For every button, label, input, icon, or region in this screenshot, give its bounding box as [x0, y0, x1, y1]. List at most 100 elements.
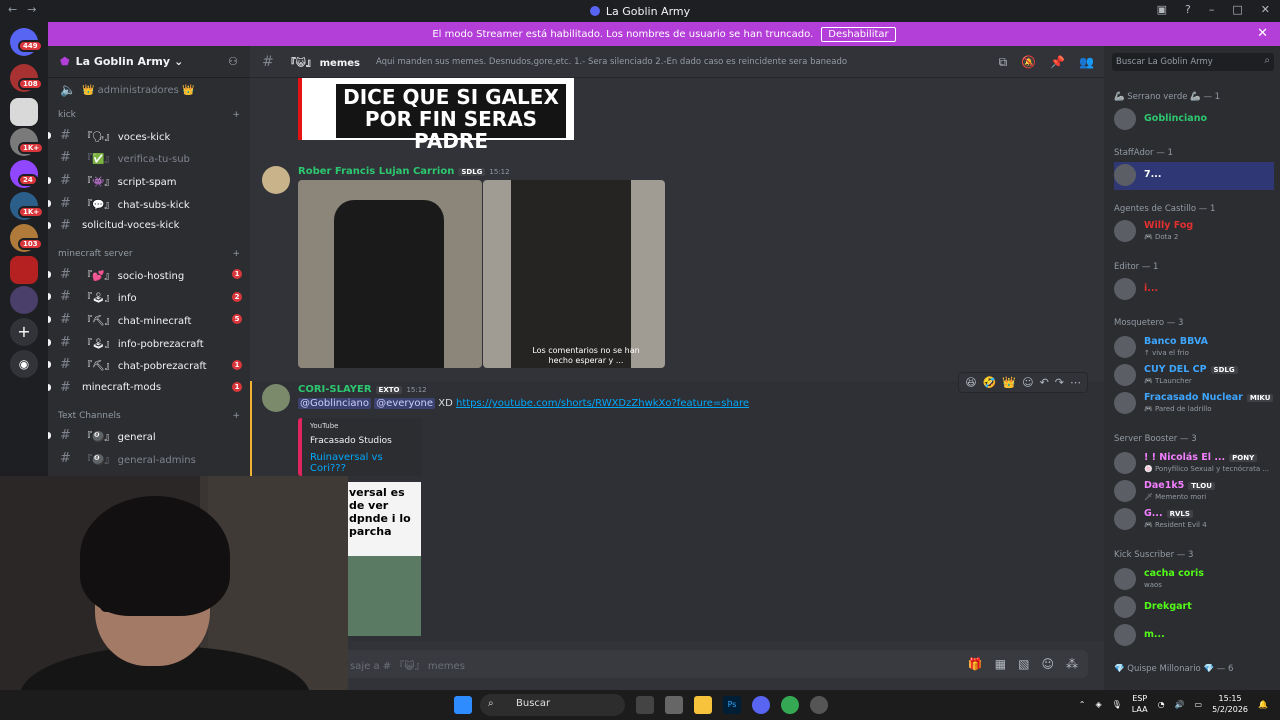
message-author[interactable]: CORI-SLAYER EXTO 15:12: [298, 384, 427, 395]
plus-icon[interactable]: +: [232, 249, 240, 259]
category-header[interactable]: Text Channels +: [48, 407, 250, 425]
embed-title[interactable]: Ruinaversal vs Cori???: [310, 452, 414, 474]
category-header[interactable]: minecraft server +: [48, 245, 250, 263]
close-button[interactable]: ✕: [1261, 3, 1270, 16]
bell-muted-icon[interactable]: 🔕: [1021, 55, 1036, 70]
mic-icon[interactable]: 🎙: [1112, 700, 1122, 709]
disable-streamer-button[interactable]: Deshabilitar: [821, 26, 896, 42]
member-item[interactable]: i...: [1114, 276, 1274, 304]
member-item[interactable]: 7...: [1114, 162, 1274, 190]
member-item[interactable]: Fracasado Nuclear MIKU 🎮 Pared de ladrillo: [1114, 390, 1274, 418]
help-icon[interactable]: ?: [1185, 3, 1191, 16]
notifications-icon[interactable]: 🔔: [1258, 700, 1268, 709]
channel-item[interactable]: # 『🎱』 general-admins: [48, 447, 250, 470]
channel-item[interactable]: # 『🎱』 general: [48, 425, 250, 448]
app-icon[interactable]: [810, 696, 828, 714]
channel-item[interactable]: # 『⛏』 chat-pobrezacraft 1: [48, 353, 250, 376]
member-item[interactable]: G... RVLS 🎮 Resident Evil 4: [1114, 506, 1274, 534]
photoshop-icon[interactable]: Ps: [723, 696, 741, 714]
apps-icon[interactable]: ⁂: [1066, 657, 1078, 671]
channel-item[interactable]: # 『💕』 socio-hosting 1: [48, 263, 250, 286]
youtube-link[interactable]: https://youtube.com/shorts/RWXDzZhwkXo?f…: [456, 398, 749, 409]
channel-item[interactable]: # 『⛏』 chat-minecraft 5: [48, 308, 250, 331]
app-icon[interactable]: [665, 696, 683, 714]
member-item[interactable]: cacha coris waos: [1114, 566, 1274, 594]
reaction-emoji-icon[interactable]: 🤣: [983, 376, 997, 389]
clock[interactable]: 15:15 5/2/2026: [1212, 693, 1248, 715]
member-item[interactable]: Banco BBVA ↑ viva el frio: [1114, 334, 1274, 362]
meme-image[interactable]: DICE QUE SI GALEX POR FIN SERAS PADRE: [298, 78, 574, 152]
pin-icon[interactable]: 📌: [1050, 55, 1065, 70]
taskbar-search[interactable]: ⌕ Buscar: [480, 694, 625, 716]
minimize-button[interactable]: –: [1209, 3, 1215, 16]
channel-item[interactable]: # minecraft-mods 1: [48, 376, 250, 399]
channel-item[interactable]: # 『💬』 chat-subs-kick: [48, 192, 250, 215]
emoji-icon[interactable]: ☺: [1041, 657, 1054, 671]
server-icon[interactable]: [10, 98, 38, 126]
threads-icon[interactable]: ⧉: [999, 55, 1008, 70]
add-server-icon[interactable]: +: [10, 318, 38, 346]
channel-topic[interactable]: Aqui manden sus memes. Desnudos,gore,etc…: [376, 57, 847, 67]
member-list-icon[interactable]: 👥: [1079, 55, 1094, 70]
server-header[interactable]: ⬟ La Goblin Army ⌄ ⚇: [48, 46, 250, 78]
attachment-image[interactable]: Los comentarios no se han hecho esperar …: [483, 180, 665, 368]
member-item[interactable]: CUY DEL CP SDLG 🎮 TLauncher: [1114, 362, 1274, 390]
video-thumbnail[interactable]: versal es de ver dpnde i lo parcha: [347, 482, 421, 636]
channel-item[interactable]: # 『🕹』 info 2: [48, 286, 250, 309]
category-header[interactable]: kick +: [48, 106, 250, 124]
message-author[interactable]: Rober Francis Lujan Carrion SDLG 15:12: [298, 166, 510, 177]
reaction-emoji-icon[interactable]: 👑: [1002, 376, 1016, 389]
back-arrow-icon[interactable]: ←: [8, 3, 17, 16]
forward-arrow-icon[interactable]: →: [27, 3, 36, 16]
add-friend-icon[interactable]: ⚇: [228, 55, 238, 68]
member-item[interactable]: Goblinciano: [1114, 106, 1274, 134]
member-item[interactable]: m...: [1114, 622, 1274, 650]
avatar[interactable]: [262, 384, 290, 412]
forward-icon[interactable]: ↷: [1055, 376, 1064, 389]
everyone-mention[interactable]: @everyone: [374, 398, 436, 409]
member-item[interactable]: ! ! Nicolás El ... PONY 🍥 Ponyfilico Sexua…: [1114, 450, 1274, 478]
sticker-icon[interactable]: ▧: [1018, 657, 1029, 671]
server-icon[interactable]: [10, 286, 38, 314]
add-reaction-icon[interactable]: ☺: [1022, 376, 1033, 389]
channel-item[interactable]: # 『🕹』 info-pobrezacraft: [48, 331, 250, 354]
author-name[interactable]: Rober Francis Lujan Carrion: [298, 166, 454, 177]
task-view-icon[interactable]: [636, 696, 654, 714]
reaction-emoji-icon[interactable]: 😆: [965, 376, 976, 389]
windows-start-icon[interactable]: [454, 696, 472, 714]
plus-icon[interactable]: +: [232, 110, 240, 120]
search-input[interactable]: Buscar La Goblin Army ⌕: [1112, 53, 1274, 71]
user-mention[interactable]: @Goblinciano: [298, 398, 371, 409]
channel-item[interactable]: # solicitud-voces-kick: [48, 214, 250, 237]
inbox-icon[interactable]: ▣: [1157, 3, 1167, 16]
chevron-up-icon[interactable]: ⌃: [1079, 700, 1086, 709]
channel-item[interactable]: # 『✅』 verifica-tu-sub: [48, 147, 250, 170]
gif-icon[interactable]: ▦: [995, 657, 1006, 671]
volume-icon[interactable]: 🔊: [1175, 700, 1185, 709]
close-icon[interactable]: ✕: [1257, 26, 1268, 41]
avatar[interactable]: [262, 166, 290, 194]
attachment-image[interactable]: [298, 180, 482, 368]
battery-icon[interactable]: ▭: [1195, 700, 1203, 709]
chrome-icon[interactable]: [781, 696, 799, 714]
discord-icon[interactable]: [752, 696, 770, 714]
explore-compass-icon[interactable]: ◉: [10, 350, 38, 378]
network-icon[interactable]: ◈: [1095, 700, 1101, 709]
message-composer[interactable]: saje a # 『😺』 memes 🎁 ▦ ▧ ☺ ⁂: [266, 650, 1088, 678]
wifi-icon[interactable]: ◔: [1158, 700, 1165, 709]
member-item[interactable]: Willy Fog 🎮 Dota 2: [1114, 218, 1274, 246]
channel-administradores[interactable]: 🔈 👑 administradores 👑: [48, 78, 250, 102]
author-name[interactable]: CORI-SLAYER: [298, 384, 372, 395]
channel-item[interactable]: # 『👾』 script-spam: [48, 169, 250, 192]
member-item[interactable]: Drekgart: [1114, 594, 1274, 622]
language-indicator[interactable]: ESP LAA: [1132, 693, 1148, 715]
maximize-button[interactable]: □: [1232, 3, 1242, 16]
member-item[interactable]: Dae1k5 TLOU 🗡 Memento mori: [1114, 478, 1274, 506]
embed-author[interactable]: Fracasado Studios: [310, 436, 414, 446]
reply-icon[interactable]: ↶: [1040, 376, 1049, 389]
server-icon[interactable]: [10, 256, 38, 284]
more-icon[interactable]: ⋯: [1070, 376, 1081, 389]
file-explorer-icon[interactable]: [694, 696, 712, 714]
plus-icon[interactable]: +: [232, 411, 240, 421]
gift-icon[interactable]: 🎁: [968, 657, 983, 671]
